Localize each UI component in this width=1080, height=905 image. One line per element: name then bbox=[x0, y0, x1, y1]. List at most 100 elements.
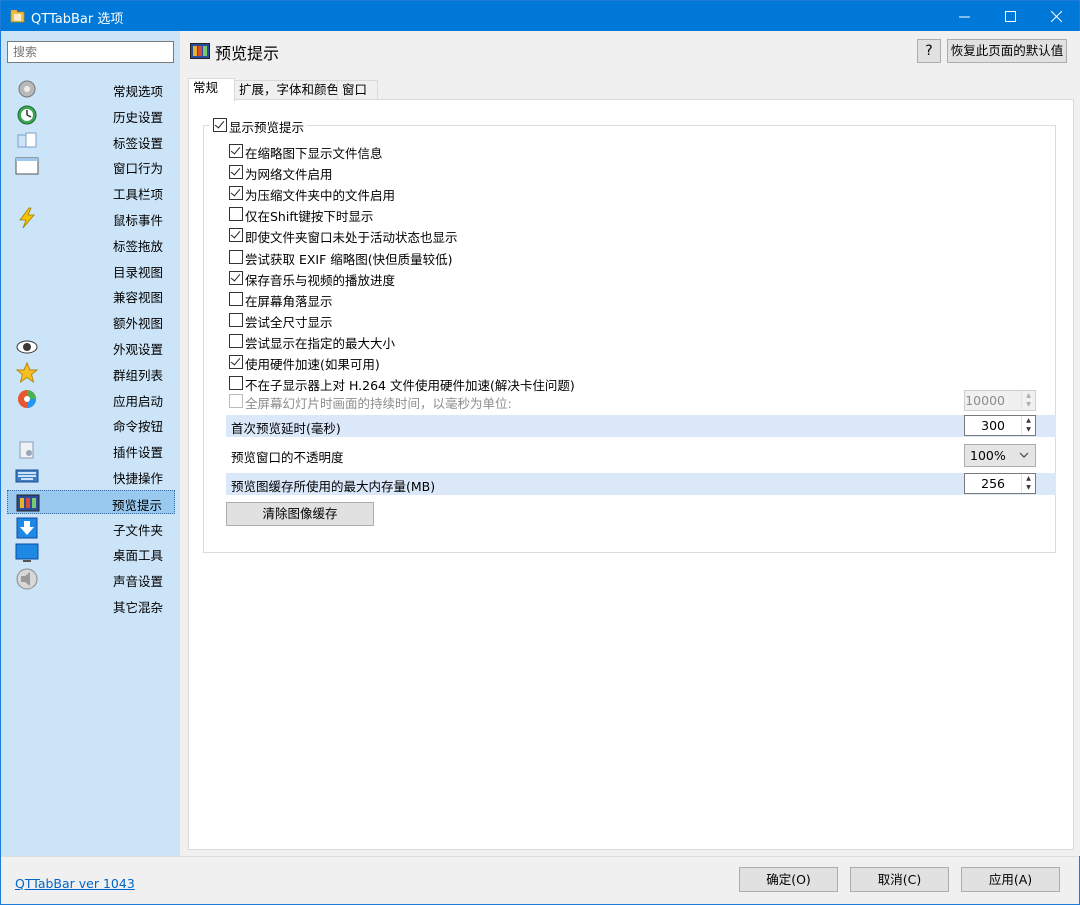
option-checkbox[interactable] bbox=[229, 186, 243, 201]
window-icon bbox=[15, 157, 39, 175]
slideshow-checkbox[interactable] bbox=[229, 394, 243, 408]
sidebar-item[interactable]: 快捷操作 bbox=[7, 464, 175, 488]
app-launch-icon bbox=[18, 389, 36, 408]
option-checkbox[interactable] bbox=[229, 144, 243, 158]
sidebar-item-label: 窗口行为 bbox=[112, 161, 163, 177]
sidebar-item[interactable]: 标签设置 bbox=[7, 129, 175, 153]
opacity-value: 100% bbox=[970, 448, 1006, 463]
apply-button[interactable]: 应用(A) bbox=[961, 867, 1060, 892]
close-button[interactable] bbox=[1033, 1, 1079, 31]
help-button[interactable]: ? bbox=[917, 39, 941, 63]
sidebar-item[interactable]: 声音设置 bbox=[7, 567, 175, 591]
sidebar-item[interactable]: 鼠标事件 bbox=[7, 206, 175, 230]
option-checkbox-label: 即使文件夹窗口未处于活动状态也显示 bbox=[245, 230, 458, 246]
option-checkbox[interactable] bbox=[229, 165, 243, 180]
sidebar-item[interactable]: 插件设置 bbox=[7, 438, 175, 462]
maximize-button[interactable] bbox=[987, 1, 1033, 31]
reset-defaults-button[interactable]: 恢复此页面的默认值 bbox=[947, 39, 1067, 63]
sidebar-item[interactable]: 窗口行为 bbox=[7, 154, 175, 178]
minimize-button[interactable] bbox=[941, 1, 987, 31]
cancel-button[interactable]: 取消(C) bbox=[850, 867, 949, 892]
spinner-arrows[interactable]: ▲ ▼ bbox=[1021, 474, 1035, 493]
option-checkbox[interactable] bbox=[229, 333, 243, 348]
history-clock-icon bbox=[17, 105, 37, 125]
option-checkbox[interactable] bbox=[229, 312, 243, 327]
first-delay-value: 300 bbox=[981, 418, 1005, 433]
option-checkbox[interactable] bbox=[229, 228, 243, 243]
preview-icon bbox=[190, 43, 210, 59]
cache-size-spinner[interactable]: 256 ▲ ▼ bbox=[964, 473, 1036, 494]
sidebar-item-label: 目录视图 bbox=[112, 264, 163, 280]
sidebar-item-label: 常规选项 bbox=[112, 84, 163, 99]
tab-extended[interactable]: 扩展，字体和颜色 bbox=[234, 80, 339, 100]
lightning-icon bbox=[19, 207, 35, 229]
option-checkbox-label: 不在子显示器上对 H.264 文件使用硬件加速(解决卡住问题) bbox=[245, 378, 575, 394]
sidebar-item[interactable]: 群组列表 bbox=[7, 361, 175, 385]
sidebar-item[interactable]: 目录视图 bbox=[7, 258, 175, 282]
download-arrow-icon bbox=[16, 517, 38, 539]
options-window: QTTabBar 选项 常规选项历史设置标签设置窗口行为工具栏项鼠标事件标签拖放… bbox=[0, 0, 1080, 905]
maximize-icon bbox=[1004, 10, 1016, 22]
option-checkbox-label: 尝试全尺寸显示 bbox=[245, 314, 333, 330]
sidebar-item[interactable]: 命令按钮 bbox=[7, 412, 175, 436]
option-checkbox[interactable] bbox=[229, 355, 243, 369]
keyboard-icon bbox=[15, 469, 39, 483]
eye-icon bbox=[16, 340, 38, 354]
sidebar-item-label: 预览提示 bbox=[111, 497, 162, 513]
tabs-icon bbox=[17, 132, 37, 148]
first-delay-label: 首次预览延时(毫秒) bbox=[231, 421, 341, 436]
desktop-icon bbox=[15, 543, 39, 563]
close-icon bbox=[1050, 10, 1062, 22]
gear-icon bbox=[18, 80, 36, 98]
show-preview-checkbox[interactable] bbox=[213, 118, 227, 132]
sidebar-item[interactable]: 兼容视图 bbox=[7, 283, 175, 307]
footer: QTTabBar ver 1043 确定(O) 取消(C) 应用(A) bbox=[1, 856, 1079, 904]
tab-general[interactable]: 常规 bbox=[188, 78, 235, 101]
slideshow-duration-value: 10000 bbox=[965, 393, 1005, 408]
spinner-arrows[interactable]: ▲ ▼ bbox=[1021, 416, 1035, 435]
sidebar-item[interactable]: 其它混杂 bbox=[7, 593, 175, 617]
sidebar-item-label: 应用启动 bbox=[112, 393, 163, 409]
tab-window[interactable]: 窗口 bbox=[337, 80, 378, 100]
spinner-arrows[interactable]: ▲ ▼ bbox=[1021, 391, 1035, 410]
sidebar-item[interactable]: 工具栏项 bbox=[7, 180, 175, 204]
content-area: 预览提示 ? 恢复此页面的默认值 常规 扩展，字体和颜色 窗口 显示预览提示 在… bbox=[180, 31, 1080, 856]
option-checkbox-label: 尝试获取 EXIF 缩略图(快但质量较低) bbox=[245, 251, 453, 267]
sidebar-item[interactable]: 常规选项 bbox=[7, 77, 175, 101]
option-checkbox[interactable] bbox=[229, 207, 243, 222]
opacity-label: 预览窗口的不透明度 bbox=[231, 450, 344, 465]
sidebar-item[interactable]: 预览提示 bbox=[7, 489, 175, 514]
sidebar-item[interactable]: 子文件夹 bbox=[7, 516, 175, 540]
option-checkbox[interactable] bbox=[229, 270, 243, 285]
option-checkbox[interactable] bbox=[229, 376, 243, 391]
sidebar-item[interactable]: 历史设置 bbox=[7, 103, 175, 127]
sidebar-item-label: 子文件夹 bbox=[112, 522, 163, 538]
speaker-icon bbox=[16, 568, 38, 590]
title-bar: QTTabBar 选项 bbox=[1, 1, 1079, 31]
sidebar-item-label: 兼容视图 bbox=[112, 290, 163, 306]
star-icon bbox=[15, 361, 39, 383]
first-delay-row bbox=[226, 415, 1056, 437]
option-checkbox-label: 使用硬件加速(如果可用) bbox=[245, 357, 380, 372]
opacity-dropdown[interactable]: 100% bbox=[964, 444, 1036, 467]
option-checkbox-label: 为网络文件启用 bbox=[245, 167, 333, 183]
first-delay-spinner[interactable]: 300 ▲ ▼ bbox=[964, 415, 1036, 436]
slideshow-duration-spinner[interactable]: 10000 ▲ ▼ bbox=[964, 390, 1036, 411]
option-checkbox[interactable] bbox=[229, 249, 243, 264]
ok-button[interactable]: 确定(O) bbox=[739, 867, 838, 892]
sidebar-item-label: 鼠标事件 bbox=[112, 213, 163, 228]
sidebar-item[interactable]: 额外视图 bbox=[7, 309, 175, 333]
option-checkbox-label: 在缩略图下显示文件信息 bbox=[245, 146, 383, 161]
sidebar-item[interactable]: 外观设置 bbox=[7, 335, 175, 359]
sidebar-item[interactable]: 桌面工具 bbox=[7, 541, 175, 565]
search-input[interactable] bbox=[7, 41, 174, 63]
sidebar-item[interactable]: 应用启动 bbox=[7, 387, 175, 411]
sidebar-item[interactable]: 标签拖放 bbox=[7, 232, 175, 256]
option-checkbox[interactable] bbox=[229, 291, 243, 306]
plugin-icon bbox=[19, 441, 34, 459]
sidebar-item-label: 快捷操作 bbox=[112, 471, 163, 486]
show-preview-label: 显示预览提示 bbox=[229, 120, 305, 135]
sidebar-item-label: 外观设置 bbox=[112, 342, 163, 357]
version-link[interactable]: QTTabBar ver 1043 bbox=[15, 876, 135, 891]
clear-cache-button[interactable]: 清除图像缓存 bbox=[226, 502, 374, 526]
